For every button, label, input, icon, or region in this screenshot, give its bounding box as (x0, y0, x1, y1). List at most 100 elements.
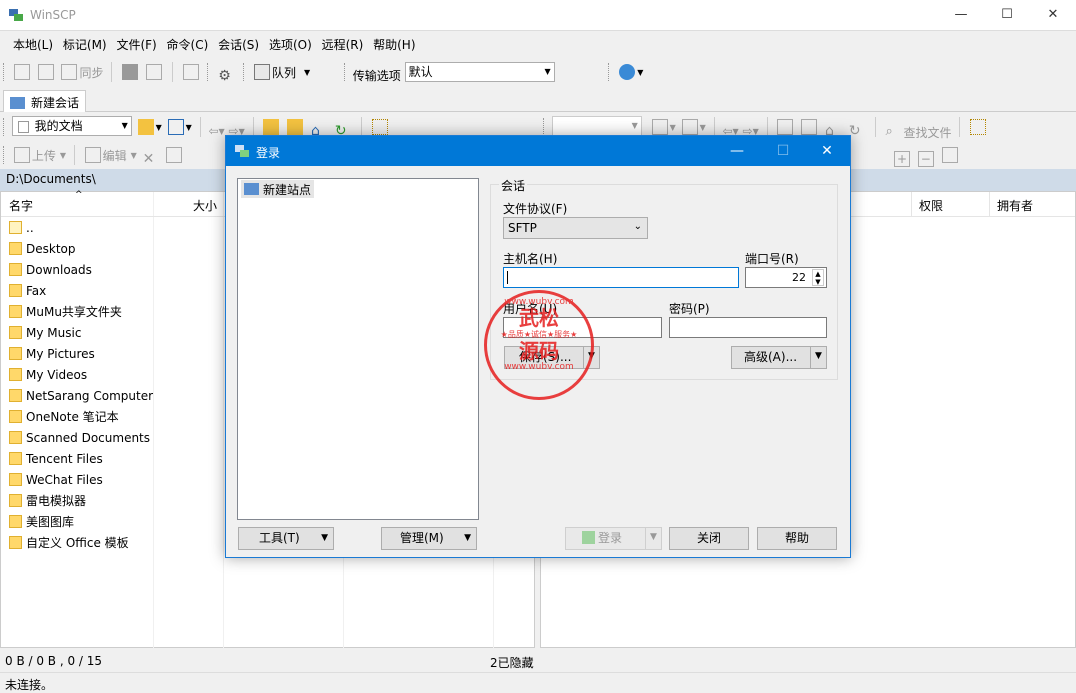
separator (199, 117, 201, 137)
column-name[interactable]: 名字 (9, 197, 33, 214)
column-divider (911, 192, 912, 217)
chevron-down-icon: ▼ (699, 122, 706, 132)
find-files-button[interactable]: ⌕ 查找文件 (884, 121, 952, 143)
window-title: WinSCP (30, 8, 76, 22)
preferences-button[interactable]: ⚙ (216, 65, 236, 87)
upload-label: 上传 (31, 148, 56, 163)
chevron-down-icon: ▼ (155, 122, 162, 132)
console-button[interactable] (120, 61, 140, 83)
menu-bar: 本地(L) 标记(M) 文件(F) 命令(C) 会话(S) 选项(O) 远程(R… (0, 32, 1076, 56)
list-item-label: NetSarang Computer (26, 388, 154, 403)
remote-new-button[interactable]: + (892, 148, 912, 170)
dialog-close-button[interactable]: ✕ (804, 136, 850, 166)
list-item-label: Tencent Files (26, 451, 103, 466)
toolbar-grip (3, 63, 6, 81)
transfer-options-label: 传输选项 (352, 69, 401, 83)
folder-icon (9, 452, 22, 465)
back-button[interactable]: ⇦ ▼ (208, 120, 224, 142)
dialog-help-button[interactable]: 帮助 (757, 527, 837, 550)
menu-mark[interactable]: 标记(M) (60, 32, 110, 53)
compare-button[interactable] (12, 61, 32, 83)
login-dropdown-arrow[interactable]: ▼ (645, 527, 661, 550)
minimize-button[interactable]: — (938, 0, 984, 30)
site-tree[interactable]: 新建站点 (237, 178, 479, 520)
preferences-toggle-button[interactable] (181, 61, 201, 83)
upload-button[interactable]: 上传 ▼ (12, 144, 66, 166)
site-item-new[interactable]: 新建站点 (241, 180, 315, 198)
session-group-label: 会话 (499, 177, 528, 194)
menu-help[interactable]: 帮助(H) (370, 32, 418, 53)
sync-browse-button[interactable] (36, 61, 56, 83)
menu-command[interactable]: 命令(C) (164, 32, 212, 53)
parent-folder-icon (263, 119, 280, 135)
dialog-title: 登录 (256, 146, 281, 160)
column-permissions[interactable]: 权限 (919, 197, 943, 214)
chevron-down-icon: ▼ (637, 67, 644, 77)
list-item-label: My Music (26, 325, 82, 340)
dialog-minimize-button[interactable]: — (714, 136, 760, 166)
column-size[interactable]: 大小 (193, 197, 217, 214)
advanced-dropdown-arrow[interactable]: ▼ (810, 346, 826, 369)
queue-button[interactable]: 队列 ▼ (252, 61, 310, 83)
properties-button[interactable] (164, 144, 184, 166)
save-label: 保存(S)... (519, 350, 572, 364)
list-item-label: Downloads (26, 262, 92, 277)
dialog-close-action-button[interactable]: 关闭 (669, 527, 749, 550)
refresh-icon: ↻ (848, 123, 861, 139)
remote-folder-select[interactable]: ▼ (551, 116, 642, 136)
username-input[interactable] (503, 317, 662, 338)
menu-file[interactable]: 文件(F) (113, 32, 159, 53)
list-item-label: MuMu共享文件夹 (26, 305, 122, 319)
manage-button[interactable]: 管理(M) ▼ (381, 527, 477, 550)
filter-button[interactable]: ▼ (166, 116, 192, 138)
close-button[interactable]: ✕ (1030, 0, 1076, 30)
sync-button[interactable]: 同步 (59, 61, 104, 83)
tools-button[interactable]: 工具(T) ▼ (238, 527, 334, 550)
login-button[interactable]: 登录 ▼ (565, 527, 662, 550)
port-spinner[interactable]: ▲ ▼ (812, 269, 824, 286)
advanced-button[interactable]: 高级(A)... ▼ (731, 346, 827, 369)
remote-filter-mask-button[interactable] (940, 144, 960, 166)
delete-button[interactable]: ✕ (141, 148, 161, 170)
folder-icon (9, 494, 22, 507)
port-input[interactable]: 22 ▲ ▼ (745, 267, 827, 288)
open-folder-button[interactable]: ▼ (136, 116, 162, 138)
menu-session[interactable]: 会话(S) (215, 32, 262, 53)
menu-options[interactable]: 选项(O) (266, 32, 315, 53)
transfer-options-select[interactable]: 默认 ▼ (404, 62, 555, 82)
menu-local[interactable]: 本地(L) (10, 32, 56, 53)
toolbar-grip (243, 63, 246, 81)
folder-icon (9, 242, 22, 255)
dialog-maximize-button[interactable]: ☐ (760, 136, 806, 166)
protocol-label: 文件协议(F) (503, 202, 568, 216)
tab-new-session[interactable]: 新建会话 (3, 90, 87, 112)
menu-remote[interactable]: 远程(R) (319, 32, 367, 53)
host-input[interactable] (503, 267, 739, 288)
username-label: 用户名(U) (503, 302, 558, 316)
queue-icon (253, 64, 270, 80)
edit-button[interactable]: 编辑 ▼ (83, 144, 137, 166)
list-item-label: Scanned Documents (26, 430, 151, 445)
column-owner[interactable]: 拥有者 (997, 197, 1033, 214)
protocol-select[interactable]: SFTP ⌄ (503, 217, 648, 239)
folder-icon (9, 473, 22, 486)
putty-button[interactable] (144, 61, 164, 83)
parent-folder-icon (9, 221, 22, 234)
sync-globe-button[interactable]: ▼ (617, 61, 643, 83)
open-folder-icon (651, 119, 668, 135)
chevron-down-icon: ▼ (303, 67, 311, 77)
remote-tree-toggle-button[interactable] (968, 116, 988, 138)
remote-collapse-button[interactable]: − (916, 148, 936, 170)
save-dropdown-arrow[interactable]: ▼ (583, 346, 599, 369)
folder-icon (9, 536, 22, 549)
maximize-button[interactable]: ☐ (984, 0, 1030, 30)
local-folder-select[interactable]: 我的文档 ▼ (11, 116, 132, 136)
local-path: D:\Documents\ (6, 172, 96, 186)
manage-label: 管理(M) (400, 531, 444, 545)
password-input[interactable] (669, 317, 827, 338)
save-button[interactable]: 保存(S)... ▼ (504, 346, 600, 369)
folder-icon (9, 305, 22, 318)
properties-icon (166, 147, 183, 163)
chevron-down-icon: ▼ (59, 150, 66, 160)
hidden-files-status[interactable]: 2已隐藏 (490, 654, 534, 671)
